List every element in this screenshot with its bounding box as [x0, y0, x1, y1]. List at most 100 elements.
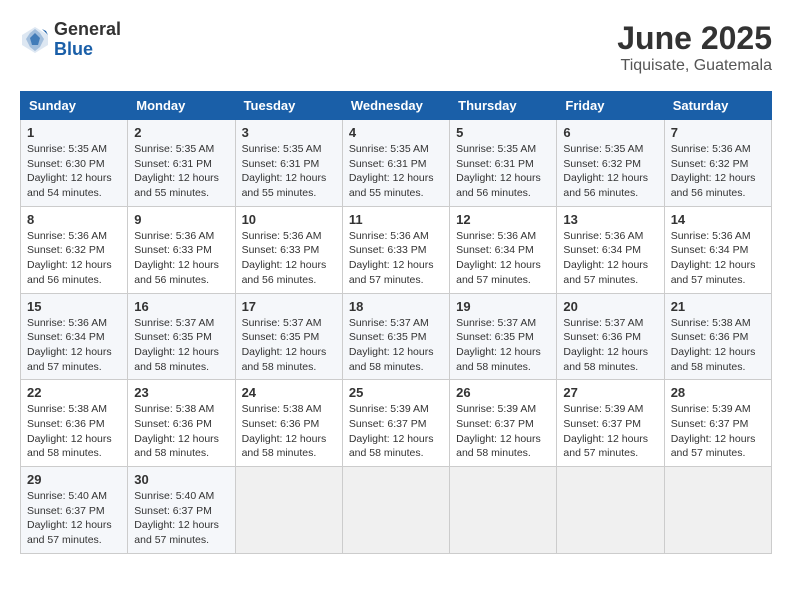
day-info: Sunrise: 5:37 AM Sunset: 6:35 PM Dayligh…	[242, 316, 336, 375]
calendar-cell: 25 Sunrise: 5:39 AM Sunset: 6:37 PM Dayl…	[342, 380, 449, 467]
sunrise-label: Sunrise: 5:39 AM	[563, 403, 643, 415]
calendar-cell: 29 Sunrise: 5:40 AM Sunset: 6:37 PM Dayl…	[21, 467, 128, 554]
calendar-week-1: 1 Sunrise: 5:35 AM Sunset: 6:30 PM Dayli…	[21, 120, 772, 207]
day-info: Sunrise: 5:35 AM Sunset: 6:31 PM Dayligh…	[456, 142, 550, 201]
day-number: 8	[27, 212, 121, 227]
sunrise-label: Sunrise: 5:38 AM	[27, 403, 107, 415]
sunrise-label: Sunrise: 5:35 AM	[27, 143, 107, 155]
calendar-cell	[342, 467, 449, 554]
day-info: Sunrise: 5:39 AM Sunset: 6:37 PM Dayligh…	[349, 402, 443, 461]
calendar-cell: 15 Sunrise: 5:36 AM Sunset: 6:34 PM Dayl…	[21, 293, 128, 380]
sunset-label: Sunset: 6:32 PM	[27, 244, 105, 256]
sunset-label: Sunset: 6:32 PM	[671, 158, 749, 170]
day-info: Sunrise: 5:35 AM Sunset: 6:31 PM Dayligh…	[134, 142, 228, 201]
day-number: 6	[563, 125, 657, 140]
calendar-week-4: 22 Sunrise: 5:38 AM Sunset: 6:36 PM Dayl…	[21, 380, 772, 467]
sunrise-label: Sunrise: 5:36 AM	[456, 230, 536, 242]
day-info: Sunrise: 5:38 AM Sunset: 6:36 PM Dayligh…	[242, 402, 336, 461]
calendar-cell: 22 Sunrise: 5:38 AM Sunset: 6:36 PM Dayl…	[21, 380, 128, 467]
day-number: 7	[671, 125, 765, 140]
day-info: Sunrise: 5:39 AM Sunset: 6:37 PM Dayligh…	[671, 402, 765, 461]
sunrise-label: Sunrise: 5:36 AM	[27, 230, 107, 242]
sunset-label: Sunset: 6:33 PM	[349, 244, 427, 256]
calendar-cell: 14 Sunrise: 5:36 AM Sunset: 6:34 PM Dayl…	[664, 206, 771, 293]
sunrise-label: Sunrise: 5:38 AM	[671, 317, 751, 329]
sunrise-label: Sunrise: 5:37 AM	[349, 317, 429, 329]
sunset-label: Sunset: 6:30 PM	[27, 158, 105, 170]
day-info: Sunrise: 5:39 AM Sunset: 6:37 PM Dayligh…	[456, 402, 550, 461]
sunset-label: Sunset: 6:36 PM	[563, 331, 641, 343]
day-number: 15	[27, 299, 121, 314]
sunrise-label: Sunrise: 5:35 AM	[456, 143, 536, 155]
daylight-label: Daylight: 12 hours and 55 minutes.	[242, 172, 327, 199]
sunset-label: Sunset: 6:35 PM	[242, 331, 320, 343]
calendar-title: June 2025	[617, 20, 772, 57]
sunrise-label: Sunrise: 5:40 AM	[27, 490, 107, 502]
daylight-label: Daylight: 12 hours and 54 minutes.	[27, 172, 112, 199]
day-info: Sunrise: 5:36 AM Sunset: 6:34 PM Dayligh…	[27, 316, 121, 375]
daylight-label: Daylight: 12 hours and 57 minutes.	[27, 346, 112, 373]
day-number: 3	[242, 125, 336, 140]
day-info: Sunrise: 5:36 AM Sunset: 6:33 PM Dayligh…	[134, 229, 228, 288]
calendar-cell	[557, 467, 664, 554]
sunrise-label: Sunrise: 5:36 AM	[242, 230, 322, 242]
day-info: Sunrise: 5:36 AM Sunset: 6:32 PM Dayligh…	[27, 229, 121, 288]
day-number: 25	[349, 385, 443, 400]
daylight-label: Daylight: 12 hours and 57 minutes.	[349, 259, 434, 286]
sunset-label: Sunset: 6:31 PM	[349, 158, 427, 170]
daylight-label: Daylight: 12 hours and 56 minutes.	[134, 259, 219, 286]
sunset-label: Sunset: 6:37 PM	[563, 418, 641, 430]
day-info: Sunrise: 5:36 AM Sunset: 6:34 PM Dayligh…	[671, 229, 765, 288]
day-number: 16	[134, 299, 228, 314]
calendar-table: Sunday Monday Tuesday Wednesday Thursday…	[20, 91, 772, 554]
sunset-label: Sunset: 6:36 PM	[671, 331, 749, 343]
daylight-label: Daylight: 12 hours and 56 minutes.	[456, 172, 541, 199]
calendar-cell: 1 Sunrise: 5:35 AM Sunset: 6:30 PM Dayli…	[21, 120, 128, 207]
calendar-cell: 8 Sunrise: 5:36 AM Sunset: 6:32 PM Dayli…	[21, 206, 128, 293]
calendar-cell: 5 Sunrise: 5:35 AM Sunset: 6:31 PM Dayli…	[450, 120, 557, 207]
day-number: 1	[27, 125, 121, 140]
day-number: 14	[671, 212, 765, 227]
calendar-cell: 24 Sunrise: 5:38 AM Sunset: 6:36 PM Dayl…	[235, 380, 342, 467]
page-header: General Blue June 2025 Tiquisate, Guatem…	[20, 20, 772, 75]
calendar-cell: 30 Sunrise: 5:40 AM Sunset: 6:37 PM Dayl…	[128, 467, 235, 554]
day-number: 23	[134, 385, 228, 400]
sunset-label: Sunset: 6:35 PM	[134, 331, 212, 343]
sunset-label: Sunset: 6:36 PM	[242, 418, 320, 430]
sunset-label: Sunset: 6:35 PM	[456, 331, 534, 343]
sunrise-label: Sunrise: 5:39 AM	[349, 403, 429, 415]
day-number: 19	[456, 299, 550, 314]
day-number: 2	[134, 125, 228, 140]
day-number: 17	[242, 299, 336, 314]
weekday-header-row: Sunday Monday Tuesday Wednesday Thursday…	[21, 92, 772, 120]
sunset-label: Sunset: 6:36 PM	[134, 418, 212, 430]
calendar-cell	[235, 467, 342, 554]
header-thursday: Thursday	[450, 92, 557, 120]
daylight-label: Daylight: 12 hours and 58 minutes.	[563, 346, 648, 373]
daylight-label: Daylight: 12 hours and 58 minutes.	[456, 346, 541, 373]
daylight-label: Daylight: 12 hours and 56 minutes.	[563, 172, 648, 199]
sunset-label: Sunset: 6:31 PM	[242, 158, 320, 170]
daylight-label: Daylight: 12 hours and 58 minutes.	[242, 433, 327, 460]
sunset-label: Sunset: 6:31 PM	[134, 158, 212, 170]
day-info: Sunrise: 5:36 AM Sunset: 6:32 PM Dayligh…	[671, 142, 765, 201]
day-number: 30	[134, 472, 228, 487]
sunrise-label: Sunrise: 5:37 AM	[242, 317, 322, 329]
day-info: Sunrise: 5:35 AM Sunset: 6:32 PM Dayligh…	[563, 142, 657, 201]
calendar-cell: 19 Sunrise: 5:37 AM Sunset: 6:35 PM Dayl…	[450, 293, 557, 380]
sunrise-label: Sunrise: 5:36 AM	[27, 317, 107, 329]
sunrise-label: Sunrise: 5:38 AM	[242, 403, 322, 415]
sunrise-label: Sunrise: 5:39 AM	[456, 403, 536, 415]
day-number: 10	[242, 212, 336, 227]
daylight-label: Daylight: 12 hours and 57 minutes.	[456, 259, 541, 286]
daylight-label: Daylight: 12 hours and 57 minutes.	[671, 433, 756, 460]
day-info: Sunrise: 5:36 AM Sunset: 6:33 PM Dayligh…	[349, 229, 443, 288]
calendar-cell: 18 Sunrise: 5:37 AM Sunset: 6:35 PM Dayl…	[342, 293, 449, 380]
header-tuesday: Tuesday	[235, 92, 342, 120]
sunset-label: Sunset: 6:37 PM	[27, 505, 105, 517]
sunrise-label: Sunrise: 5:37 AM	[134, 317, 214, 329]
sunset-label: Sunset: 6:32 PM	[563, 158, 641, 170]
sunset-label: Sunset: 6:37 PM	[349, 418, 427, 430]
day-info: Sunrise: 5:35 AM Sunset: 6:31 PM Dayligh…	[349, 142, 443, 201]
calendar-cell: 21 Sunrise: 5:38 AM Sunset: 6:36 PM Dayl…	[664, 293, 771, 380]
